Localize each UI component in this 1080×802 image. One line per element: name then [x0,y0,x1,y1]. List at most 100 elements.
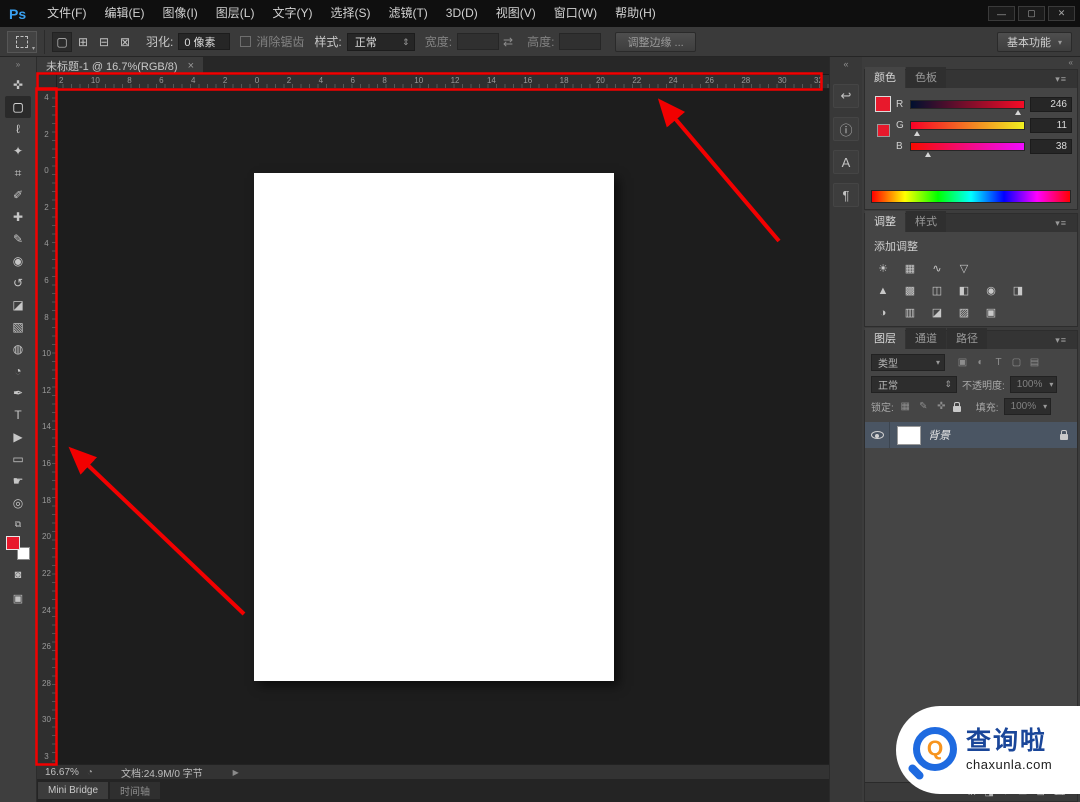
background-color-swatch[interactable] [876,124,890,137]
tab-color[interactable]: 颜色 [865,67,905,88]
menu-item[interactable]: 文件(F) [38,0,95,27]
menu-item[interactable]: 帮助(H) [606,0,665,27]
ruler-corner[interactable] [37,75,57,89]
menu-item[interactable]: 图像(I) [153,0,206,27]
panel-menu-icon[interactable] [1055,74,1067,85]
foreground-color-swatch[interactable] [875,96,891,112]
layer-row-background[interactable]: 背景 [865,422,1077,448]
status-menu-arrow-icon[interactable]: ▶ [233,768,239,777]
rect-marquee-tool[interactable]: ▢ [5,96,31,118]
lock-pixels-icon[interactable]: ✎ [917,401,930,412]
character-panel-icon[interactable]: A [833,150,859,174]
menu-item[interactable]: 编辑(E) [95,0,153,27]
menu-item[interactable]: 图层(L) [207,0,264,27]
filter-smart-icon[interactable]: ▤ [1028,357,1041,368]
maximize-button[interactable]: ▢ [1018,6,1045,21]
close-button[interactable]: ✕ [1048,6,1075,21]
tab-styles[interactable]: 样式 [906,211,946,232]
panel-menu-icon[interactable] [1055,335,1067,346]
intersect-selection-icon[interactable]: ⊠ [115,32,135,52]
channel-value-input[interactable]: 38 [1030,139,1072,154]
tab-timeline[interactable]: 时间轴 [110,782,161,799]
black-white-icon[interactable]: ◧ [955,283,973,298]
layer-filter-select[interactable]: 类型 [871,354,945,371]
workspace-switcher[interactable]: 基本功能 [996,31,1072,52]
close-tab-icon[interactable]: × [188,60,194,72]
menu-item[interactable]: 文字(Y) [263,0,321,27]
brush-tool[interactable]: ✎ [5,228,31,250]
tab-layers[interactable]: 图层 [865,328,905,349]
collapse-dock-icon[interactable]: « [1069,58,1073,69]
blend-mode-select[interactable]: 正常 [871,376,957,393]
fill-input[interactable]: 100% [1003,398,1051,415]
channel-slider[interactable] [910,121,1025,136]
layer-visibility-cell[interactable] [865,422,890,448]
default-swatches-icon[interactable]: ⧉ [15,519,21,530]
layer-thumbnail[interactable] [897,425,921,445]
gradient-map-icon[interactable]: ▨ [955,305,973,320]
tab-adjustments[interactable]: 调整 [865,211,905,232]
clone-stamp-tool[interactable]: ◉ [5,250,31,272]
feather-input[interactable]: 0 像素 [178,33,231,50]
type-tool[interactable]: T [5,404,31,426]
color-spectrum-bar[interactable] [871,190,1071,203]
pen-tool[interactable]: ✒ [5,382,31,404]
healing-brush-tool[interactable]: ✚ [5,206,31,228]
menu-item[interactable]: 选择(S) [321,0,379,27]
height-input[interactable] [559,33,602,50]
swap-dimensions-icon[interactable]: ⇄ [503,35,513,49]
gradient-tool[interactable]: ▧ [5,316,31,338]
menu-item[interactable]: 窗口(W) [545,0,606,27]
eyedropper-tool[interactable]: ✐ [5,184,31,206]
channel-value-input[interactable]: 11 [1030,118,1072,133]
vibrance-icon[interactable]: ▲ [874,283,892,298]
screen-mode-button[interactable]: ▣ [7,589,29,607]
lock-all-icon[interactable] [952,401,961,412]
filter-adjustment-icon[interactable]: ◐ [974,357,987,368]
color-balance-icon[interactable]: ◫ [928,283,946,298]
quick-mask-button[interactable]: ◙ [7,566,29,584]
channel-slider[interactable] [910,100,1025,115]
info-panel-icon[interactable]: ⓘ [833,117,859,141]
opacity-input[interactable]: 100% [1009,376,1057,393]
tool-preset-button[interactable]: ▾ [7,30,37,53]
paragraph-panel-icon[interactable]: ¶ [833,183,859,207]
panel-menu-icon[interactable] [1055,218,1067,229]
channel-slider[interactable] [910,142,1025,157]
minimize-button[interactable]: — [988,6,1015,21]
width-input[interactable] [457,33,500,50]
lock-transparent-icon[interactable]: ▦ [899,401,912,412]
tab-paths[interactable]: 路径 [947,328,987,349]
channel-mixer-icon[interactable]: ◨ [1009,283,1027,298]
move-tool[interactable]: ✜ [5,74,31,96]
posterize-icon[interactable]: ▥ [901,305,919,320]
toolbar-collapse-icon[interactable]: » [16,60,20,74]
subtract-from-selection-icon[interactable]: ⊟ [94,32,114,52]
horizontal-ruler[interactable]: 2 10 8 6 4 2 0 2 4 6 8 10 12 14 16 18 20 22 24 26 28 30 32 [37,75,829,89]
rectangle-tool[interactable]: ▭ [5,448,31,470]
history-panel-icon[interactable]: ↩ [833,84,859,108]
blur-tool[interactable]: ◍ [5,338,31,360]
photo-filter-icon[interactable]: ◉ [982,283,1000,298]
curves-icon[interactable]: ∿ [928,261,946,276]
slider-thumb-icon[interactable] [913,131,920,136]
lock-position-icon[interactable]: ✜ [935,401,948,412]
slider-thumb-icon[interactable] [1015,110,1022,115]
menu-item[interactable]: 视图(V) [487,0,545,27]
tab-channels[interactable]: 通道 [906,328,946,349]
hue-saturation-icon[interactable]: ▩ [901,283,919,298]
brightness-contrast-icon[interactable]: ☀ [874,261,892,276]
document-tab[interactable]: 未标题-1 @ 16.7%(RGB/8) × [37,57,204,74]
add-to-selection-icon[interactable]: ⊞ [73,32,93,52]
style-select[interactable]: 正常 [346,32,415,51]
selective-color-icon[interactable]: ▣ [982,305,1000,320]
channel-value-input[interactable]: 246 [1030,97,1072,112]
filter-pixel-icon[interactable]: ▣ [956,357,969,368]
menu-item[interactable]: 滤镜(T) [379,0,436,27]
zoom-tool[interactable]: ◎ [5,492,31,514]
tab-swatches[interactable]: 色板 [906,67,946,88]
levels-icon[interactable]: ▦ [901,261,919,276]
filter-type-icon[interactable]: T [992,357,1005,368]
crop-tool[interactable]: ⌗ [5,162,31,184]
path-selection-tool[interactable]: ▶ [5,426,31,448]
